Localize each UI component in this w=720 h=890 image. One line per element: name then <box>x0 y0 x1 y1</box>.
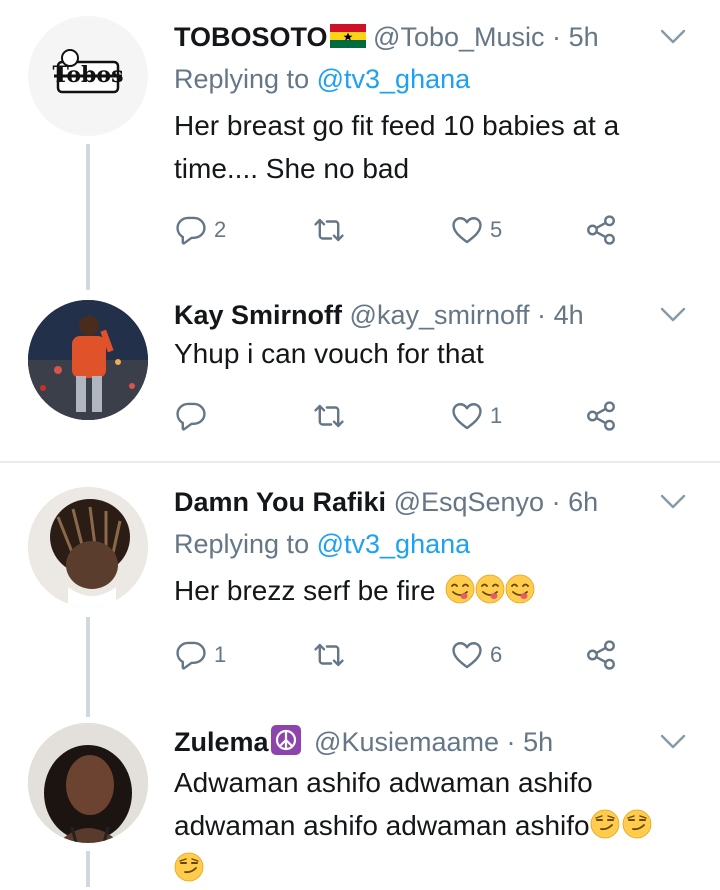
timestamp[interactable]: 5h <box>569 22 599 52</box>
replying-label: Replying to <box>174 64 310 94</box>
tweet-actions: 1 6 <box>174 635 634 675</box>
thread-line <box>86 617 90 717</box>
share-button[interactable] <box>584 210 618 250</box>
reply-count: 1 <box>214 642 227 667</box>
tweet-text-line: adwaman ashifo adwaman ashifo <box>174 804 710 847</box>
replying-to: Replying to @tv3_ghana <box>174 62 470 96</box>
like-count: 5 <box>490 217 503 242</box>
yum-emoji-icon <box>445 574 475 604</box>
tweet-text: Yhup i can vouch for that <box>174 338 484 369</box>
smirk-emoji-icon <box>174 852 204 882</box>
mention-link[interactable]: @tv3_ghana <box>317 64 471 94</box>
heart-icon <box>450 399 484 433</box>
heart-icon <box>450 638 484 672</box>
heart-icon <box>450 213 484 247</box>
username[interactable]: @EsqSenyo <box>394 487 545 517</box>
avatar[interactable] <box>28 487 148 607</box>
smirk-emoji-icon <box>590 809 620 839</box>
separator: · <box>506 727 516 757</box>
tweet[interactable]: Damn You Rafiki @EsqSenyo · 6h Replying … <box>0 463 720 717</box>
avatar[interactable] <box>28 300 148 420</box>
display-name[interactable]: Damn You Rafiki <box>174 487 386 517</box>
reply-icon <box>174 638 208 672</box>
timestamp[interactable]: 6h <box>568 487 598 517</box>
display-name[interactable]: Kay Smirnoff <box>174 300 342 330</box>
chevron-down-icon[interactable] <box>660 28 686 46</box>
tweet-text: Her breast go fit feed 10 babies at a ti… <box>174 110 620 184</box>
tweet-header: TOBOSOTO @Tobo_Music · 5h <box>174 20 650 54</box>
reply-icon <box>174 213 208 247</box>
yum-emoji-icon <box>475 574 505 604</box>
retweet-icon <box>312 399 346 433</box>
timestamp[interactable]: 4h <box>554 300 584 330</box>
tweet-text-content: Her brezz serf be fire <box>174 575 436 606</box>
share-button[interactable] <box>584 396 618 436</box>
separator: · <box>537 300 547 330</box>
display-name[interactable]: TOBOSOTO <box>174 22 328 52</box>
like-count: 1 <box>490 403 503 428</box>
ghana-flag-icon <box>329 24 366 48</box>
reply-count: 2 <box>214 217 227 242</box>
tweet[interactable]: Kay Smirnoff @kay_smirnoff · 4h Yhup i c… <box>0 290 720 462</box>
mention-link[interactable]: @tv3_ghana <box>317 529 471 559</box>
like-button[interactable]: 5 <box>450 210 502 250</box>
tweet[interactable]: Zulema @Kusiemaame · 5h Adwaman ashifo a… <box>0 717 720 887</box>
separator: · <box>552 22 562 52</box>
tweet-actions: 2 5 <box>174 210 634 250</box>
tweet-header: Damn You Rafiki @EsqSenyo · 6h <box>174 485 650 519</box>
reply-button[interactable] <box>174 396 208 436</box>
retweet-button[interactable] <box>312 210 346 250</box>
avatar[interactable] <box>28 723 148 843</box>
tweet-text: Her brezz serf be fire <box>174 569 680 612</box>
tweet[interactable]: Tobos TOBOSOTO @Tobo_Music · 5h Replying… <box>0 0 720 290</box>
retweet-button[interactable] <box>312 635 346 675</box>
tweet-actions: 1 <box>174 396 634 436</box>
thread-line <box>86 144 90 290</box>
avatar-logo-text: Tobos <box>52 62 124 88</box>
tweet-header: Zulema @Kusiemaame · 5h <box>174 725 650 759</box>
tweet-header: Kay Smirnoff @kay_smirnoff · 4h <box>174 298 650 332</box>
replying-label: Replying to <box>174 529 310 559</box>
tweet-text-line: Adwaman ashifo adwaman ashifo <box>174 767 593 798</box>
username[interactable]: @kay_smirnoff <box>350 300 530 330</box>
reply-button[interactable]: 1 <box>174 635 226 675</box>
thread-line <box>86 851 90 887</box>
retweet-button[interactable] <box>312 396 346 436</box>
tweet-text: Adwaman ashifo adwaman ashifo adwaman as… <box>174 761 710 890</box>
replying-to: Replying to @tv3_ghana <box>174 527 470 561</box>
username[interactable]: @Tobo_Music <box>373 22 544 52</box>
smirk-emoji-icon <box>622 809 652 839</box>
retweet-icon <box>312 638 346 672</box>
peace-symbol-icon <box>270 725 301 755</box>
like-button[interactable]: 1 <box>450 396 502 436</box>
username[interactable]: @Kusiemaame <box>314 727 499 757</box>
reply-button[interactable]: 2 <box>174 210 226 250</box>
tweet-text-line <box>174 847 710 890</box>
timestamp[interactable]: 5h <box>523 727 553 757</box>
like-count: 6 <box>490 642 503 667</box>
chevron-down-icon[interactable] <box>660 493 686 511</box>
yum-emoji-icon <box>505 574 535 604</box>
chevron-down-icon[interactable] <box>660 306 686 324</box>
share-icon <box>584 638 618 672</box>
like-button[interactable]: 6 <box>450 635 502 675</box>
retweet-icon <box>312 213 346 247</box>
share-icon <box>584 399 618 433</box>
separator: · <box>551 487 561 517</box>
chevron-down-icon[interactable] <box>660 733 686 751</box>
avatar[interactable]: Tobos <box>28 16 148 136</box>
reply-icon <box>174 399 208 433</box>
share-icon <box>584 213 618 247</box>
display-name[interactable]: Zulema <box>174 727 269 757</box>
share-button[interactable] <box>584 635 618 675</box>
